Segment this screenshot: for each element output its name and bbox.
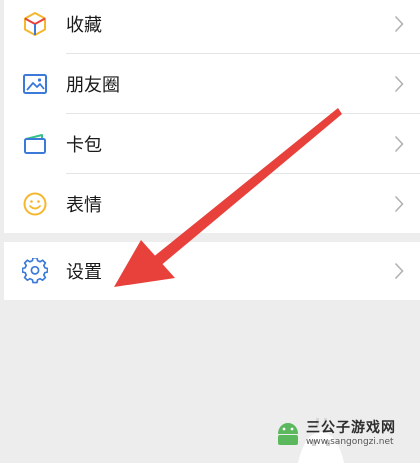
chevron-right-icon xyxy=(394,15,404,33)
watermark: 三公子游戏网 www.sangongzi.net xyxy=(274,415,414,457)
menu-item-stickers[interactable]: 表情 xyxy=(4,174,420,234)
chevron-right-icon xyxy=(394,195,404,213)
menu-item-card-wallet[interactable]: 卡包 xyxy=(4,114,420,174)
menu-item-label: 表情 xyxy=(66,195,102,216)
menu-item-label: 收藏 xyxy=(66,15,102,36)
watermark-title: 三公子游戏网 xyxy=(306,420,396,436)
moments-picture-icon xyxy=(23,74,47,94)
menu-item-settings[interactable]: 设置 xyxy=(4,241,420,301)
menu-group: 收藏 朋友圈 卡包 表情 xyxy=(4,0,420,233)
menu-item-label: 朋友圈 xyxy=(66,75,120,96)
chevron-right-icon xyxy=(394,262,404,280)
watermark-url: www.sangongzi.net xyxy=(306,437,394,447)
smiley-face-icon xyxy=(23,192,47,216)
gear-icon xyxy=(22,258,48,284)
menu-item-favorites[interactable]: 收藏 xyxy=(4,0,420,54)
menu-item-moments[interactable]: 朋友圈 xyxy=(4,54,420,114)
settings-group: 设置 xyxy=(4,242,420,300)
card-wallet-icon xyxy=(24,134,46,154)
menu-item-label: 设置 xyxy=(66,262,102,283)
chevron-right-icon xyxy=(394,75,404,93)
chevron-right-icon xyxy=(394,135,404,153)
android-logo-icon xyxy=(278,423,298,445)
menu-item-label: 卡包 xyxy=(66,135,102,156)
favorites-cube-icon xyxy=(24,12,46,36)
